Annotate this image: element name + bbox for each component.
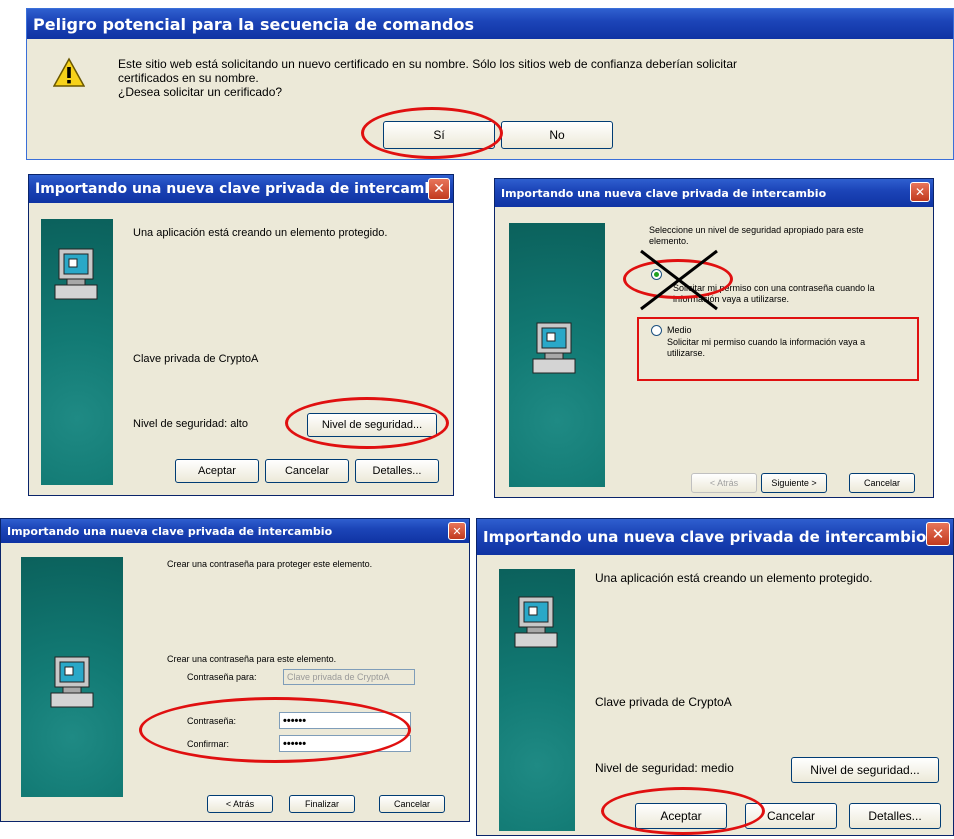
dialog-b-instruction-line1: Seleccione un nivel de seguridad apropia…	[649, 225, 864, 235]
dialog-b-close-button[interactable]: ✕	[910, 182, 930, 202]
computer-icon	[50, 656, 94, 708]
script-warning-dialog: Peligro potencial para la secuencia de c…	[26, 8, 954, 160]
dialog-a-security-level: Nivel de seguridad: alto	[133, 418, 248, 430]
password-input[interactable]: ••••••	[279, 712, 411, 729]
cancel-button[interactable]: Cancelar	[849, 473, 915, 493]
dialog-b-side-panel	[509, 223, 605, 487]
ok-button[interactable]: Aceptar	[175, 459, 259, 483]
dialog-c-close-button[interactable]: ✕	[448, 522, 466, 540]
script-warning-message-line1: Este sitio web está solicitando un nuevo…	[118, 57, 738, 71]
script-warning-titlebar: Peligro potencial para la secuencia de c…	[27, 9, 953, 39]
dialog-a-key-name: Clave privada de CryptoA	[133, 353, 259, 365]
import-key-dialog-high: Importando una nueva clave privada de in…	[28, 174, 454, 496]
dialog-a-side-panel	[41, 219, 113, 485]
security-level-button[interactable]: Nivel de seguridad...	[307, 413, 437, 437]
security-medium-radio[interactable]	[651, 325, 662, 336]
dialog-d-side-panel	[499, 569, 575, 831]
dialog-a-title: Importando una nueva clave privada de in…	[35, 181, 449, 197]
dialog-a-message: Una aplicación está creando un elemento …	[133, 227, 388, 239]
dialog-a-titlebar: Importando una nueva clave privada de in…	[29, 175, 453, 203]
import-key-dialog-create-password: Importando una nueva clave privada de in…	[0, 518, 470, 822]
ok-button[interactable]: Aceptar	[635, 803, 727, 829]
dialog-c-confirm-label: Confirmar:	[187, 739, 230, 749]
cancel-button[interactable]: Cancelar	[745, 803, 837, 829]
computer-icon	[54, 248, 98, 300]
dialog-b-medium-label: Medio	[667, 325, 692, 335]
password-for-field: Clave privada de CryptoA	[283, 669, 415, 685]
dialog-a-close-button[interactable]: ✕	[428, 178, 450, 200]
dialog-c-password-heading: Crear una contraseña para este elemento.	[167, 654, 337, 664]
computer-icon	[514, 596, 558, 648]
cancel-button[interactable]: Cancelar	[265, 459, 349, 483]
computer-icon	[532, 322, 576, 374]
dialog-d-title: Importando una nueva clave privada de in…	[483, 528, 927, 546]
dialog-b-title: Importando una nueva clave privada de in…	[501, 186, 827, 200]
dialog-b-medium-desc-line1: Solicitar mi permiso cuando la informaci…	[667, 337, 866, 347]
dialog-c-title: Importando una nueva clave privada de in…	[7, 524, 333, 538]
dialog-b-instruction-line2: elemento.	[649, 236, 689, 246]
cross-mark-icon	[640, 249, 718, 311]
confirm-password-input[interactable]: ••••••	[279, 735, 411, 752]
dialog-b-medium-desc-line2: utilizarse.	[667, 348, 706, 358]
dialog-d-security-level: Nivel de seguridad: medio	[595, 761, 734, 775]
no-button[interactable]: No	[501, 121, 613, 149]
details-button[interactable]: Detalles...	[355, 459, 439, 483]
yes-button[interactable]: Sí	[383, 121, 495, 149]
warning-icon	[53, 57, 85, 87]
details-button[interactable]: Detalles...	[849, 803, 941, 829]
dialog-c-side-panel	[21, 557, 123, 797]
import-key-dialog-medium: Importando una nueva clave privada de in…	[476, 518, 954, 836]
script-warning-message-line3: ¿Desea solicitar un cerificado?	[118, 85, 283, 99]
cancel-button[interactable]: Cancelar	[379, 795, 445, 813]
next-button[interactable]: Siguiente >	[761, 473, 827, 493]
script-warning-title: Peligro potencial para la secuencia de c…	[33, 14, 474, 34]
dialog-d-key-name: Clave privada de CryptoA	[595, 695, 732, 709]
highlight-password-ellipse	[139, 697, 411, 763]
dialog-d-titlebar: Importando una nueva clave privada de in…	[477, 519, 953, 555]
dialog-c-instruction: Crear una contraseña para proteger este …	[167, 559, 373, 569]
dialog-c-password-label: Contraseña:	[187, 716, 237, 726]
back-button[interactable]: < Atrás	[691, 473, 757, 493]
dialog-b-titlebar: Importando una nueva clave privada de in…	[495, 179, 933, 207]
back-button[interactable]: < Atrás	[207, 795, 273, 813]
dialog-d-close-button[interactable]: ✕	[926, 522, 950, 546]
import-key-dialog-level-select: Importando una nueva clave privada de in…	[494, 178, 934, 498]
finish-button[interactable]: Finalizar	[289, 795, 355, 813]
security-level-button[interactable]: Nivel de seguridad...	[791, 757, 939, 783]
script-warning-message-line2: certificados en su nombre.	[118, 71, 259, 85]
dialog-d-message: Una aplicación está creando un elemento …	[595, 571, 873, 585]
dialog-c-for-label: Contraseña para:	[187, 672, 257, 682]
dialog-c-titlebar: Importando una nueva clave privada de in…	[1, 519, 469, 543]
